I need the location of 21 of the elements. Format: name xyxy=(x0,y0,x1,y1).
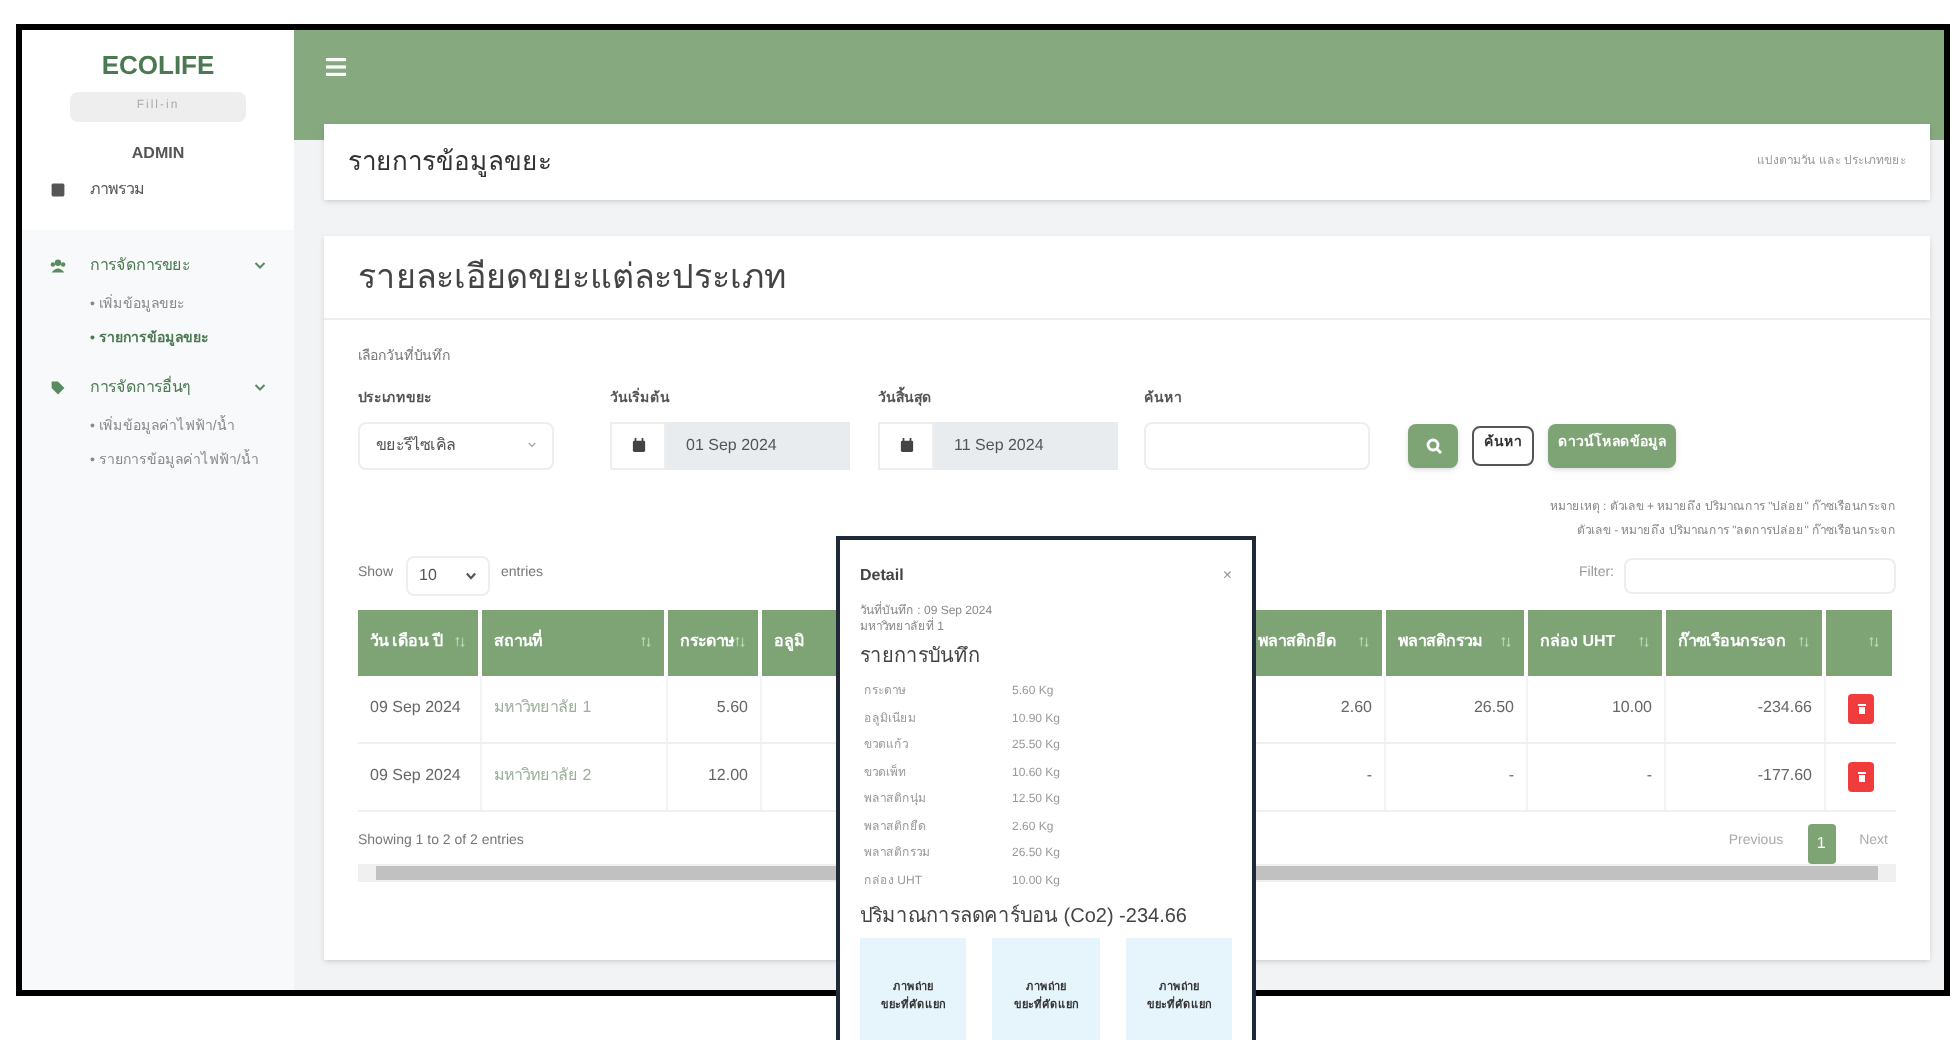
brand-logo: ECOLIFE xyxy=(101,48,215,84)
carbon-total: ปริมาณการลดคาร์บอน (Co2) -234.66 xyxy=(860,902,1189,932)
table-cell: มหาวิทยาลัย 2 xyxy=(494,764,592,788)
table-cell: 09 Sep 2024 xyxy=(370,696,461,720)
table-cell: 5.60 xyxy=(716,696,748,720)
table-cell: -177.60 xyxy=(1757,764,1812,788)
table-cell: มหาวิทยาลัย 1 xyxy=(494,696,592,720)
table-cell: 2.60 xyxy=(1340,696,1372,720)
table-cell: - xyxy=(1508,764,1514,788)
role-label: ADMIN xyxy=(131,141,185,165)
table-cell: 12.00 xyxy=(707,764,748,788)
table-cell: - xyxy=(1366,764,1372,788)
card-title: รายละเอียดขยะแต่ละประเภท xyxy=(358,255,786,300)
table-cell: 10.00 xyxy=(1611,696,1652,720)
section-title: รายการบันทึก xyxy=(860,644,982,672)
modal-title: Detail xyxy=(860,564,904,588)
table-cell: -234.66 xyxy=(1757,696,1812,720)
table-cell: 26.50 xyxy=(1473,696,1514,720)
table-cell: - xyxy=(1646,764,1652,788)
page-title: รายการข้อมูลขยะ xyxy=(348,144,552,181)
table-cell: 09 Sep 2024 xyxy=(370,764,461,788)
